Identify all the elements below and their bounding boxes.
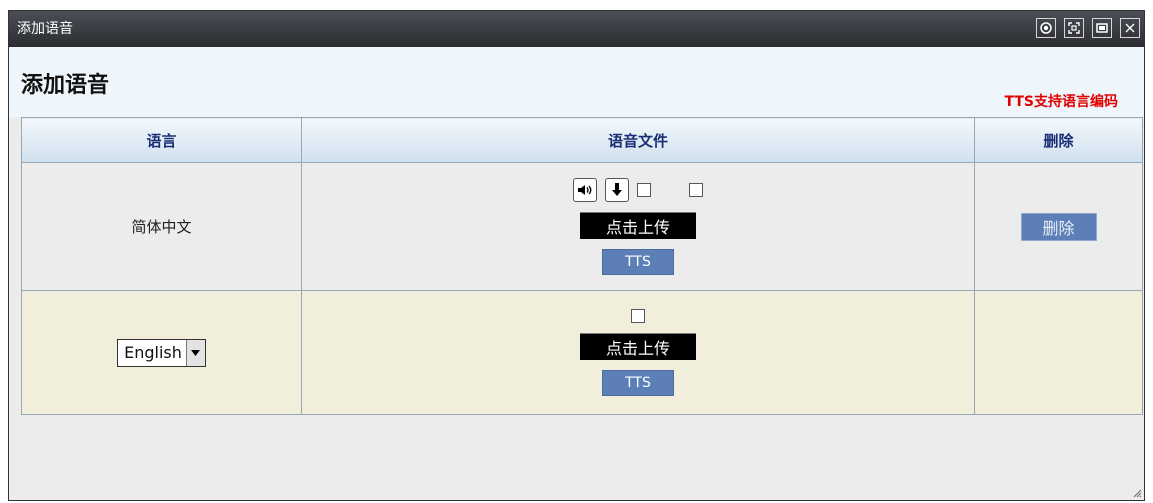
window-controls [1036, 18, 1140, 38]
language-cell: English [21, 290, 302, 415]
language-select-value: English [124, 342, 182, 362]
upload-button[interactable]: 点击上传 [580, 212, 696, 239]
fullscreen-icon[interactable] [1064, 18, 1084, 38]
upload-button[interactable]: 点击上传 [580, 333, 696, 360]
tts-button[interactable]: TTS [602, 249, 674, 275]
checkbox[interactable] [637, 183, 651, 197]
checkbox[interactable] [689, 183, 703, 197]
column-header-voice-file: 语音文件 [301, 117, 975, 163]
tts-button[interactable]: TTS [602, 370, 674, 396]
delete-cell: 删除 [974, 162, 1143, 291]
voice-file-cell: 点击上传 TTS [301, 290, 975, 415]
delete-button[interactable]: 删除 [1020, 212, 1097, 241]
voice-file-cell: 点击上传 TTS [301, 162, 975, 291]
tts-language-codes-link[interactable]: TTS支持语言编码 [1004, 91, 1118, 111]
checkbox[interactable] [631, 309, 645, 323]
record-icon[interactable] [1036, 18, 1056, 38]
voice-table: 语言 语音文件 删除 简体中文 点击上传 TTS 删除 English 点击上传… [21, 117, 1143, 415]
column-header-language: 语言 [21, 117, 302, 163]
delete-cell [974, 290, 1143, 415]
page-header: 添加语音 TTS支持语言编码 [9, 47, 1144, 117]
language-select[interactable]: English [117, 338, 206, 367]
speaker-icon[interactable] [573, 178, 597, 202]
column-header-delete: 删除 [974, 117, 1143, 163]
restore-icon[interactable] [1092, 18, 1112, 38]
chevron-down-icon[interactable] [185, 339, 205, 366]
page-title: 添加语音 [21, 73, 110, 98]
window-title: 添加语音 [17, 21, 73, 37]
window-titlebar[interactable]: 添加语音 [9, 11, 1144, 47]
table-header-row: 语言 语音文件 删除 [21, 117, 1143, 163]
table-row: 简体中文 点击上传 TTS 删除 [21, 162, 1143, 291]
download-arrow-icon[interactable] [605, 178, 629, 202]
close-icon[interactable] [1120, 18, 1140, 38]
add-voice-window: 添加语音 添加语音 TTS支持语言编码 语言 语音文件 删除 简体中文 点击上传… [8, 10, 1145, 501]
table-row: English 点击上传 TTS [21, 290, 1143, 415]
language-label: 简体中文 [131, 218, 192, 236]
resize-grip-icon[interactable] [1132, 488, 1142, 498]
language-cell: 简体中文 [21, 162, 302, 291]
